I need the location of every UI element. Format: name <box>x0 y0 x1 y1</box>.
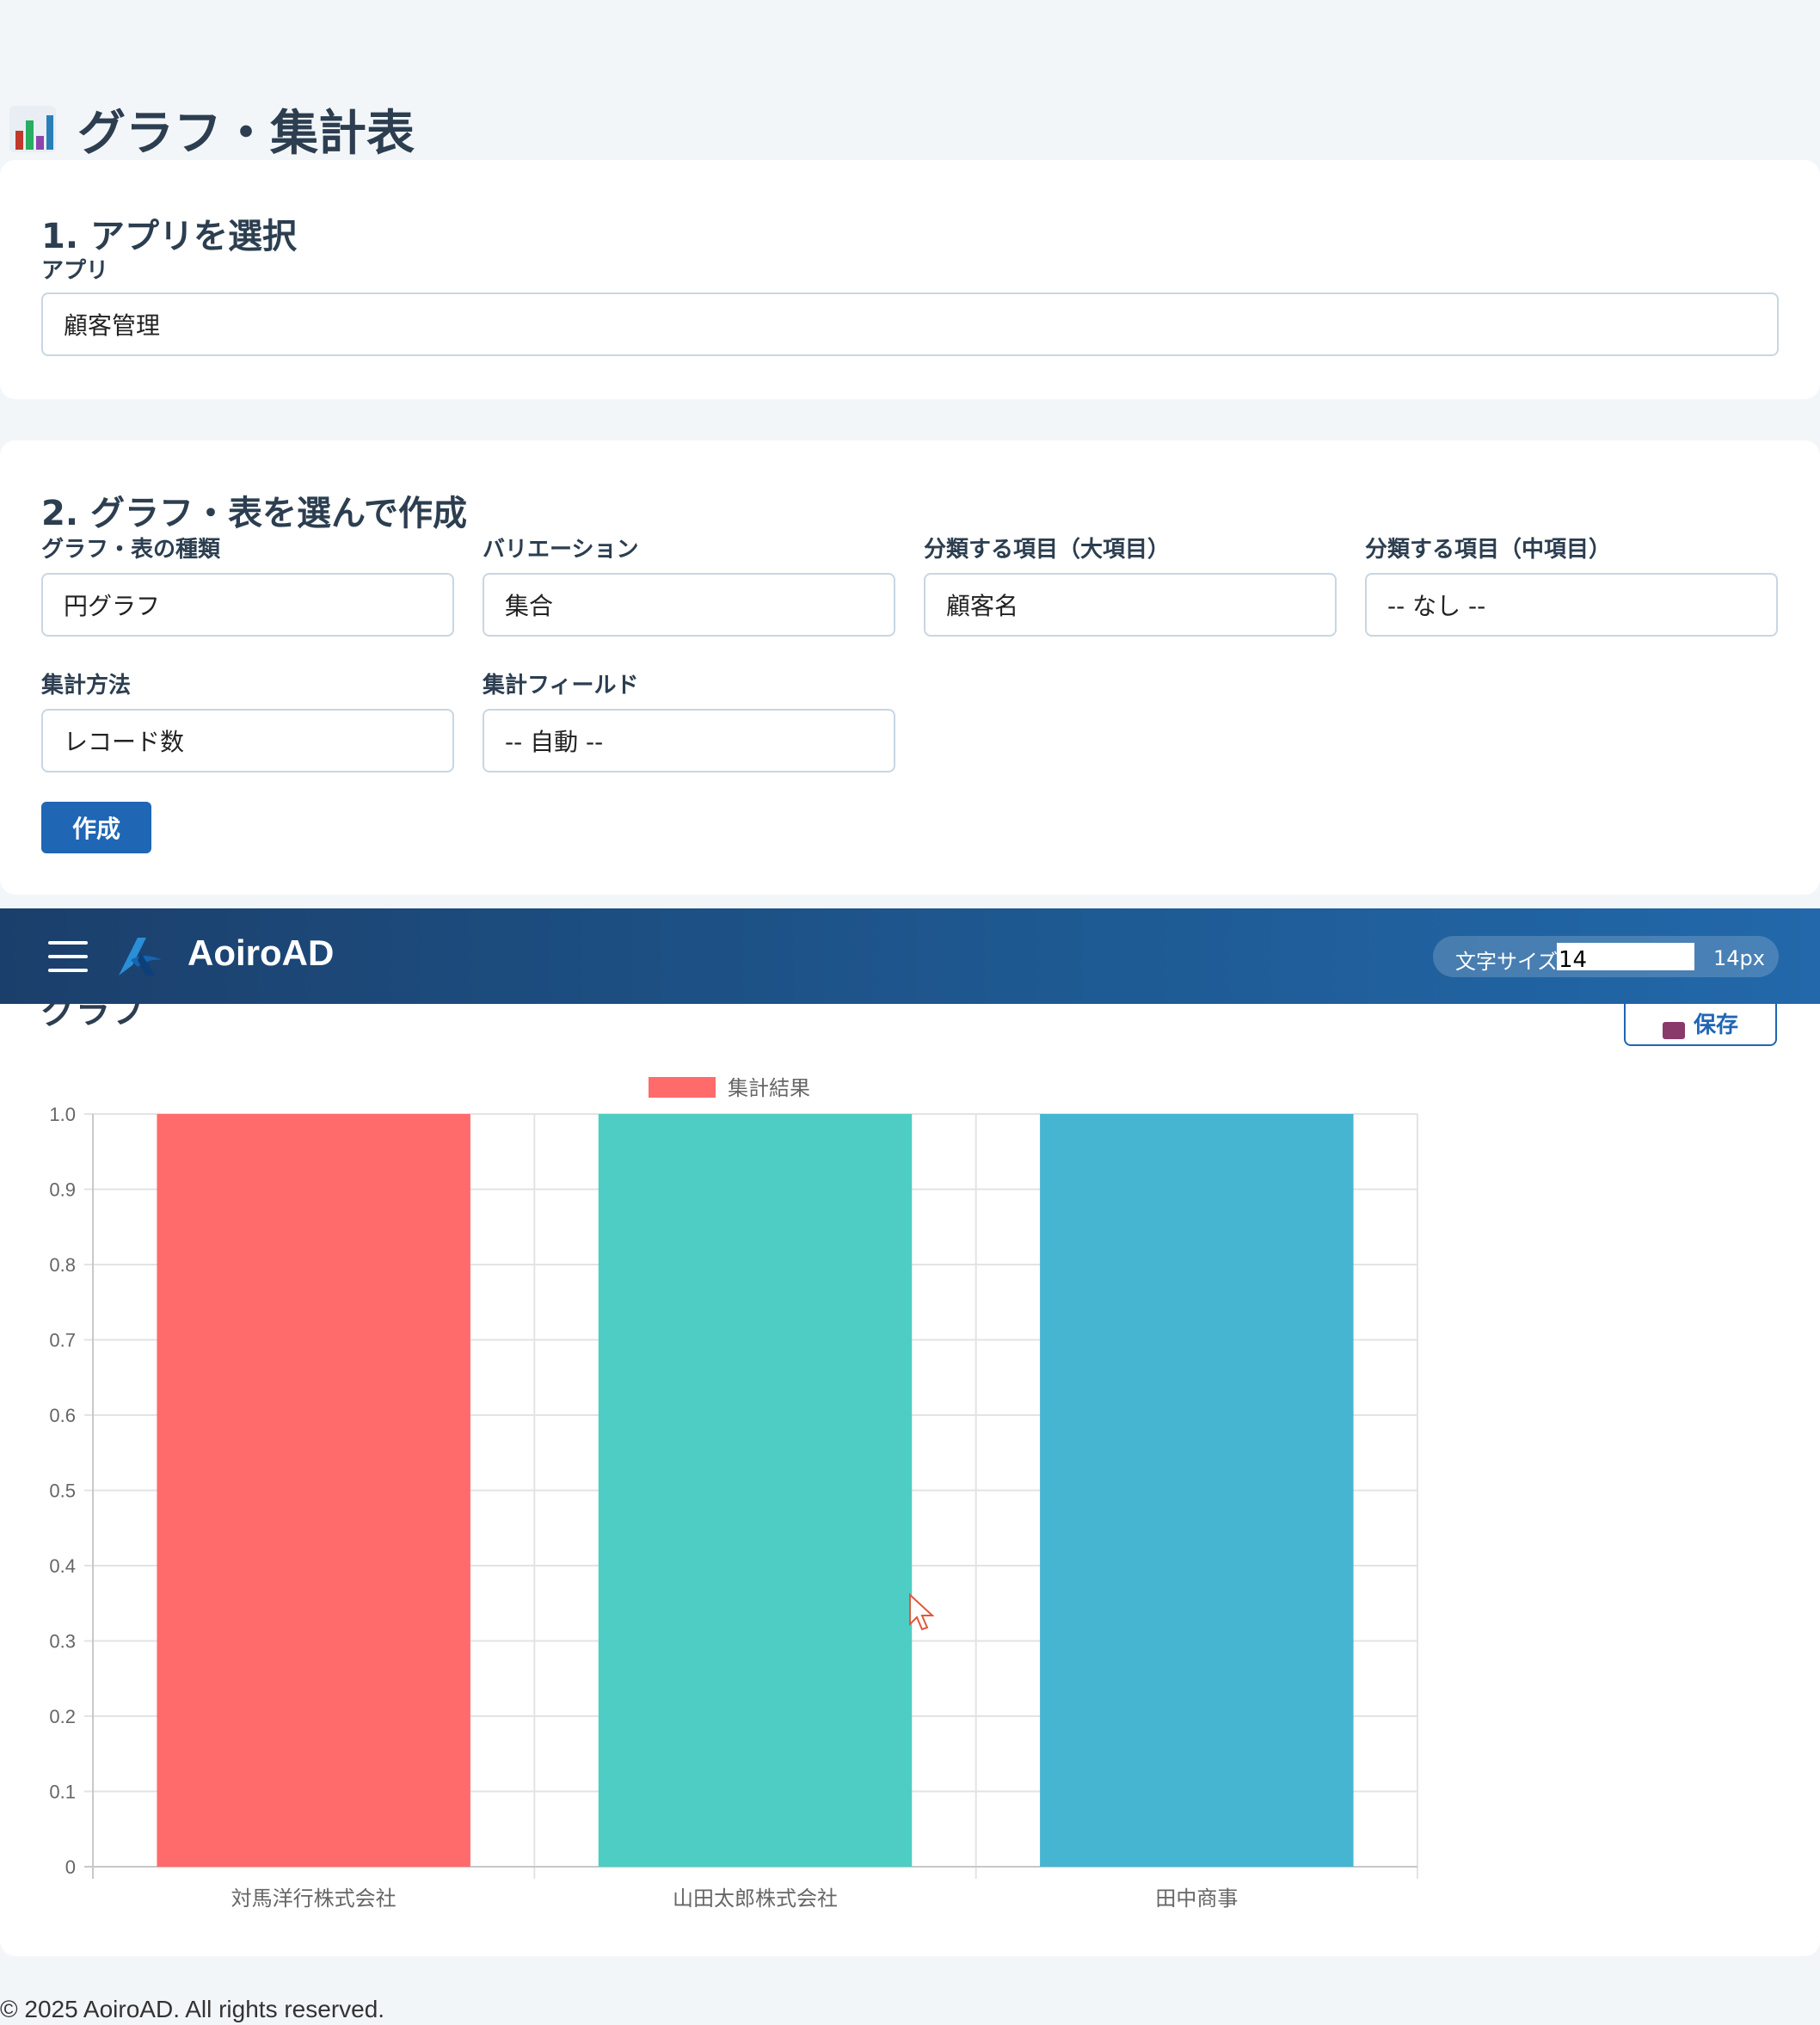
save-button-label: 保存 <box>1693 1012 1738 1038</box>
y-tick-label: 0.7 <box>49 1330 76 1351</box>
app-label: アプリ <box>41 258 109 284</box>
chart-x-axis: 対馬洋行株式会社 山田太郎株式会社 田中商事 <box>231 1887 1239 1911</box>
chart-settings-card: 2. グラフ・表を選んで作成 グラフ・表の種類 円グラフ バリエーション 集合 … <box>0 440 1820 895</box>
category-major-select[interactable]: 顧客名 <box>924 573 1337 637</box>
legend-label: 集計結果 <box>728 1076 810 1100</box>
category-minor-select[interactable]: -- なし -- <box>1365 573 1778 637</box>
bar-chart-icon <box>9 105 57 153</box>
y-tick-label: 0.9 <box>49 1179 76 1201</box>
aggregation-field-value: -- 自動 -- <box>505 728 604 756</box>
aggregation-label: 集計方法 <box>41 673 132 699</box>
y-tick-label: 0.5 <box>49 1480 76 1502</box>
chart-bars <box>157 1114 1354 1867</box>
bar-2[interactable] <box>598 1114 913 1867</box>
variation-label: バリエーション <box>483 537 639 563</box>
page-title: グラフ・集計表 <box>77 105 415 162</box>
aggregation-value: レコード数 <box>64 728 185 756</box>
app-select[interactable]: 顧客管理 <box>41 292 1779 356</box>
chart-legend: 集計結果 <box>649 1076 810 1100</box>
y-tick-label: 0.8 <box>49 1254 76 1276</box>
mouse-cursor-icon <box>907 1592 941 1636</box>
create-button[interactable]: 作成 <box>41 802 151 853</box>
aggregation-field-select[interactable]: -- 自動 -- <box>483 709 895 772</box>
chart-type-label: グラフ・表の種類 <box>41 537 221 563</box>
page-title-area: グラフ・集計表 <box>9 99 415 162</box>
variation-select[interactable]: 集合 <box>483 573 895 637</box>
hamburger-menu-icon[interactable] <box>48 941 88 972</box>
y-tick-label: 0.6 <box>49 1405 76 1426</box>
y-tick-label: 1.0 <box>49 1104 76 1125</box>
x-tick-label: 対馬洋行株式会社 <box>231 1887 397 1911</box>
x-tick-label: 田中商事 <box>1155 1887 1238 1911</box>
aggregation-field-label: 集計フィールド <box>483 673 639 699</box>
app-select-card: 1. アプリを選択 アプリ 顧客管理 <box>0 160 1820 399</box>
save-button[interactable]: 保存 <box>1624 1003 1777 1046</box>
y-tick-label: 0.3 <box>49 1631 76 1653</box>
bar-1[interactable] <box>157 1114 470 1867</box>
font-size-input[interactable]: 14 <box>1557 943 1694 973</box>
font-size-control: 文字サイズ 14 14px <box>1433 936 1779 977</box>
chart-type-value: 円グラフ <box>64 592 161 620</box>
floppy-disk-icon <box>1662 1022 1685 1039</box>
chart-type-select[interactable]: 円グラフ <box>41 573 454 637</box>
section-title-app: 1. アプリを選択 <box>41 217 297 256</box>
app-header: AoiroAD 文字サイズ 14 14px <box>0 908 1820 1004</box>
chart-y-axis: 0 0.1 0.2 0.3 0.4 0.5 0.6 0.7 0.8 0.9 1.0 <box>49 1104 76 1878</box>
bar-chart: 0 0.1 0.2 0.3 0.4 0.5 0.6 0.7 0.8 0.9 1.0 対馬洋行株式会社… <box>49 1076 1418 1911</box>
font-size-value: 14px <box>1713 946 1765 970</box>
aoiro-logo-icon <box>115 934 165 979</box>
variation-value: 集合 <box>505 592 554 620</box>
y-tick-label: 0.2 <box>49 1706 76 1727</box>
y-tick-label: 0.1 <box>49 1782 76 1803</box>
category-minor-value: -- なし -- <box>1387 592 1486 620</box>
app-select-value: 顧客管理 <box>64 311 161 340</box>
graph-section-title: グラフ <box>41 1003 144 1031</box>
y-tick-label: 0.4 <box>49 1555 76 1577</box>
font-size-label: 文字サイズ <box>1455 950 1559 974</box>
y-tick-label: 0 <box>65 1856 76 1878</box>
brand-name[interactable]: AoiroAD <box>188 932 334 974</box>
aggregation-select[interactable]: レコード数 <box>41 709 454 772</box>
legend-swatch <box>649 1077 716 1098</box>
section-title-create: 2. グラフ・表を選んで作成 <box>41 494 467 533</box>
category-major-value: 顧客名 <box>946 592 1019 620</box>
footer-copyright: © 2025 AoiroAD. All rights reserved. <box>0 1996 385 2022</box>
category-major-label: 分類する項目（大項目） <box>924 537 1171 563</box>
x-tick-label: 山田太郎株式会社 <box>673 1887 838 1911</box>
category-minor-label: 分類する項目（中項目） <box>1365 537 1612 563</box>
bar-3[interactable] <box>1040 1114 1354 1867</box>
